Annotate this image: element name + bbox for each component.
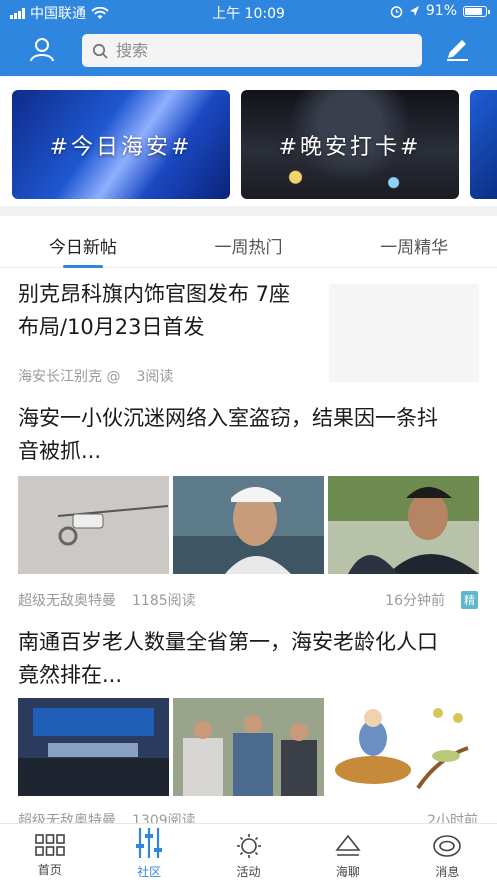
article-title-line: 海安一小伙沉迷网络入室盗窃，结果因一条抖 (18, 406, 438, 430)
bottom-tab-activity[interactable]: 活动 (199, 824, 298, 883)
location-icon (409, 6, 419, 16)
tab-weekly-hot[interactable]: 一周热门 (166, 216, 332, 267)
article-image-cartoon-nest (328, 698, 479, 796)
banner-carousel[interactable]: #今日海安# #晚安打卡# (0, 90, 497, 200)
bottom-tab-label: 消息 (435, 865, 460, 879)
article-image-meeting (18, 698, 169, 796)
section-divider (0, 206, 497, 216)
article-title-line: 竟然排在... (18, 663, 123, 687)
bottom-tab-messages[interactable]: 消息 (398, 824, 497, 883)
feed-tabs: 今日新帖 一周热门 一周精华 (0, 216, 497, 268)
article-reads: 1185阅读 (132, 593, 196, 609)
article-image-police (328, 476, 479, 574)
battery-percent: 91% (425, 3, 457, 19)
article-image-camera (18, 476, 169, 574)
search-icon (92, 43, 108, 59)
article-image-elderly (173, 698, 324, 796)
article-author: 超级无敌奥特曼 (18, 593, 116, 609)
banner-goodnight-checkin[interactable]: #晚安打卡# (241, 90, 459, 199)
battery-icon (463, 5, 490, 17)
pencil-icon (447, 40, 468, 61)
tab-weekly-best[interactable]: 一周精华 (331, 216, 497, 267)
bottom-tab-label: 活动 (236, 865, 261, 879)
article-reads: 3阅读 (136, 369, 174, 385)
article-image-man (173, 476, 324, 574)
article-title-line: 音被抓... (18, 439, 102, 463)
bottom-tab-label: 海聊 (335, 865, 360, 879)
alarm-icon (390, 5, 403, 18)
banner-today-haian[interactable]: #今日海安# (12, 90, 230, 199)
user-profile-button[interactable] (29, 36, 55, 66)
article-author: 海安长江别克 @ (18, 369, 121, 385)
article-title-line: 南通百岁老人数量全省第一，海安老龄化人口 (18, 630, 438, 654)
list-item[interactable]: 南通百岁老人数量全省第一，海安老龄化人口 竟然排在... 超级无敌奥特曼 130… (0, 626, 497, 829)
sun-icon (236, 834, 261, 858)
bottom-tab-bar: 首页 社区 活动 海聊 消息 (0, 823, 497, 883)
bottom-tab-chat[interactable]: 海聊 (298, 824, 397, 883)
banner-label: #今日海安# (49, 134, 193, 160)
article-time: 16分钟前 (385, 593, 445, 609)
compose-button[interactable] (444, 36, 470, 66)
article-title-line: 别克昂科旗内饰官图发布 7座 (18, 282, 291, 306)
user-icon (30, 38, 54, 62)
tab-today-new[interactable]: 今日新帖 (0, 216, 166, 268)
top-nav (0, 30, 497, 72)
list-item[interactable]: 海安一小伙沉迷网络入室盗窃，结果因一条抖 音被抓... 超级无敌奥特曼 1185… (0, 402, 497, 620)
article-title-line: 布局/10月23日首发 (18, 315, 205, 339)
search-input[interactable] (116, 41, 396, 60)
status-bar: 中国联通 上午 10:09 91% (0, 0, 497, 24)
header-bar: 中国联通 上午 10:09 91% (0, 0, 497, 76)
bottom-tab-label: 首页 (37, 863, 62, 877)
bottom-tab-label: 社区 (137, 865, 162, 879)
featured-badge: 精 (461, 591, 478, 609)
article-thumbnail (329, 284, 479, 382)
home-grid-icon (34, 834, 65, 856)
bottom-tab-community[interactable]: 社区 (99, 824, 198, 883)
bottom-tab-home[interactable]: 首页 (0, 824, 99, 883)
list-item[interactable]: 别克昂科旗内饰官图发布 7座 布局/10月23日首发 海安长江别克 @ 3阅读 (0, 270, 497, 396)
message-icon (433, 835, 462, 857)
search-box[interactable] (82, 34, 422, 67)
banner-label: #晚安打卡# (278, 134, 422, 160)
community-sliders-icon (136, 828, 163, 858)
triangle-chat-icon (335, 834, 361, 856)
banner-next-peek[interactable] (470, 90, 497, 199)
